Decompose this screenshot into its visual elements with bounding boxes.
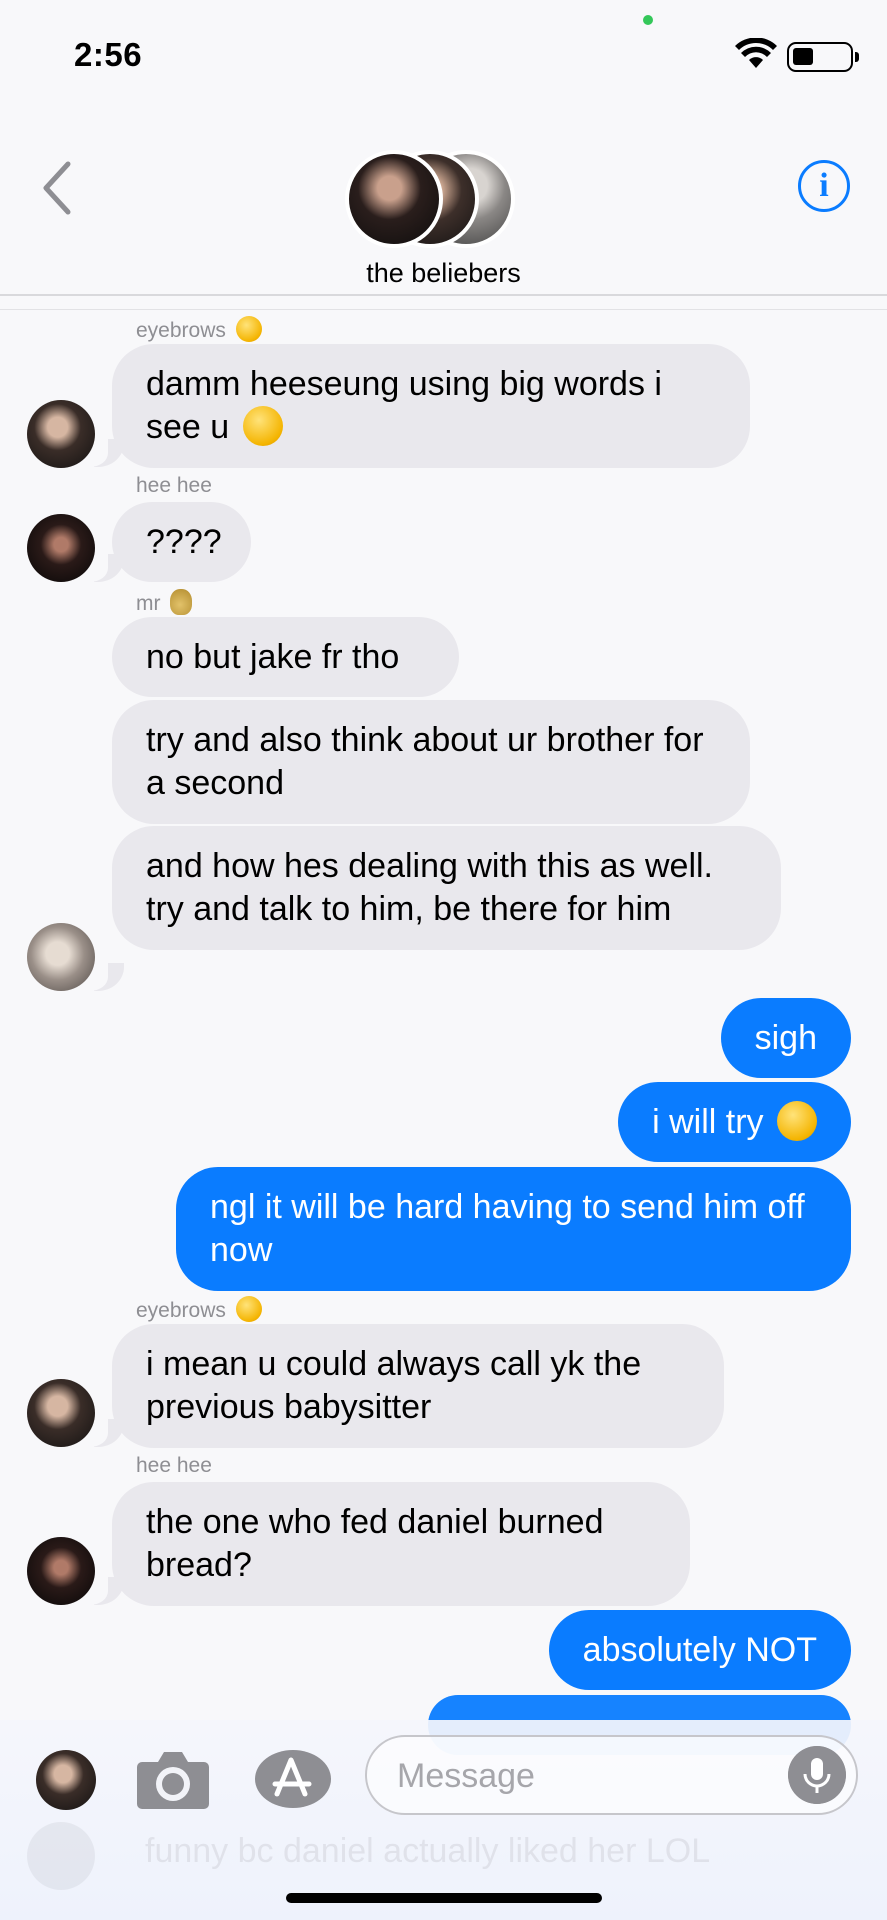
app-store-icon[interactable] xyxy=(253,1748,333,1810)
outgoing-message-bubble[interactable]: i will try xyxy=(618,1082,851,1162)
battery-icon xyxy=(787,42,859,72)
bubble-tail xyxy=(80,1575,124,1605)
message-text: ???? xyxy=(146,523,222,561)
outgoing-message-bubble[interactable]: sigh xyxy=(720,998,851,1078)
bubble-tail xyxy=(80,437,124,467)
message-text: and how hes dealing with this as well. t… xyxy=(146,847,713,928)
group-avatar-stack[interactable] xyxy=(345,150,527,250)
header-divider xyxy=(0,294,887,296)
ghost-message-text: funny bc daniel actually liked her LOL xyxy=(145,1832,711,1870)
avatar-eyebrows[interactable] xyxy=(27,400,95,468)
message-text: i will try xyxy=(652,1103,764,1141)
outgoing-message-bubble[interactable]: absolutely NOT xyxy=(548,1610,851,1690)
microphone-icon[interactable] xyxy=(788,1746,846,1804)
camera-indicator-dot xyxy=(643,15,653,25)
incoming-message-bubble[interactable]: damm heeseung using big words i see u xyxy=(112,344,750,468)
message-text: try and also think about ur brother for … xyxy=(146,721,704,802)
message-text: damm heeseung using big words i see u xyxy=(146,365,662,446)
sender-name: eyebrows xyxy=(136,1296,262,1323)
incoming-message-bubble[interactable]: no but jake fr tho xyxy=(112,617,459,697)
incoming-message-bubble[interactable]: and how hes dealing with this as well. t… xyxy=(112,826,781,950)
incoming-message-bubble[interactable]: i mean u could always call yk the previo… xyxy=(112,1324,724,1448)
message-input[interactable] xyxy=(395,1753,779,1799)
smirk-emoji-icon xyxy=(235,316,262,342)
header-divider xyxy=(0,309,887,310)
bubble-tail xyxy=(80,552,124,582)
message-text: absolutely NOT xyxy=(582,1631,817,1669)
back-chevron-icon[interactable] xyxy=(38,160,78,216)
avatar-eyebrows[interactable] xyxy=(27,1379,95,1447)
memoji-avatar-button[interactable] xyxy=(36,1750,96,1810)
hand-over-mouth-emoji-icon xyxy=(242,406,283,446)
smiling-tear-emoji-icon xyxy=(777,1101,817,1141)
avatar-hee-hee[interactable] xyxy=(27,514,95,582)
avatar-hee-hee[interactable] xyxy=(27,1537,95,1605)
avatar-mr[interactable] xyxy=(27,923,95,991)
message-field[interactable] xyxy=(365,1735,858,1815)
wifi-icon xyxy=(735,38,777,68)
incoming-message-bubble[interactable]: ???? xyxy=(112,502,251,582)
message-text: no but jake fr tho xyxy=(146,638,400,676)
incoming-message-bubble[interactable]: try and also think about ur brother for … xyxy=(112,700,750,824)
status-time: 2:56 xyxy=(74,36,143,73)
outgoing-message-bubble[interactable]: ngl it will be hard having to send him o… xyxy=(176,1167,851,1291)
smirk-emoji-icon xyxy=(235,1296,262,1322)
avatar-ghost xyxy=(27,1822,95,1890)
money-bag-emoji-icon xyxy=(170,589,193,615)
info-icon[interactable]: i xyxy=(798,160,850,212)
bubble-tail xyxy=(80,1417,124,1447)
message-text: i mean u could always call yk the previo… xyxy=(146,1345,642,1426)
group-member-avatar xyxy=(345,150,443,248)
group-name[interactable]: the beliebers xyxy=(0,258,887,289)
sender-name: hee hee xyxy=(136,1454,212,1477)
camera-icon[interactable] xyxy=(136,1748,210,1810)
message-text: the one who fed daniel burned bread? xyxy=(146,1503,604,1584)
sender-name: mr xyxy=(136,589,193,616)
home-indicator[interactable] xyxy=(286,1893,602,1903)
sender-name: hee hee xyxy=(136,474,212,497)
message-text: ngl it will be hard having to send him o… xyxy=(210,1188,805,1269)
bubble-tail xyxy=(80,961,124,991)
sender-name: eyebrows xyxy=(136,316,262,343)
incoming-message-bubble[interactable]: the one who fed daniel burned bread? xyxy=(112,1482,690,1606)
message-text: sigh xyxy=(754,1019,817,1057)
